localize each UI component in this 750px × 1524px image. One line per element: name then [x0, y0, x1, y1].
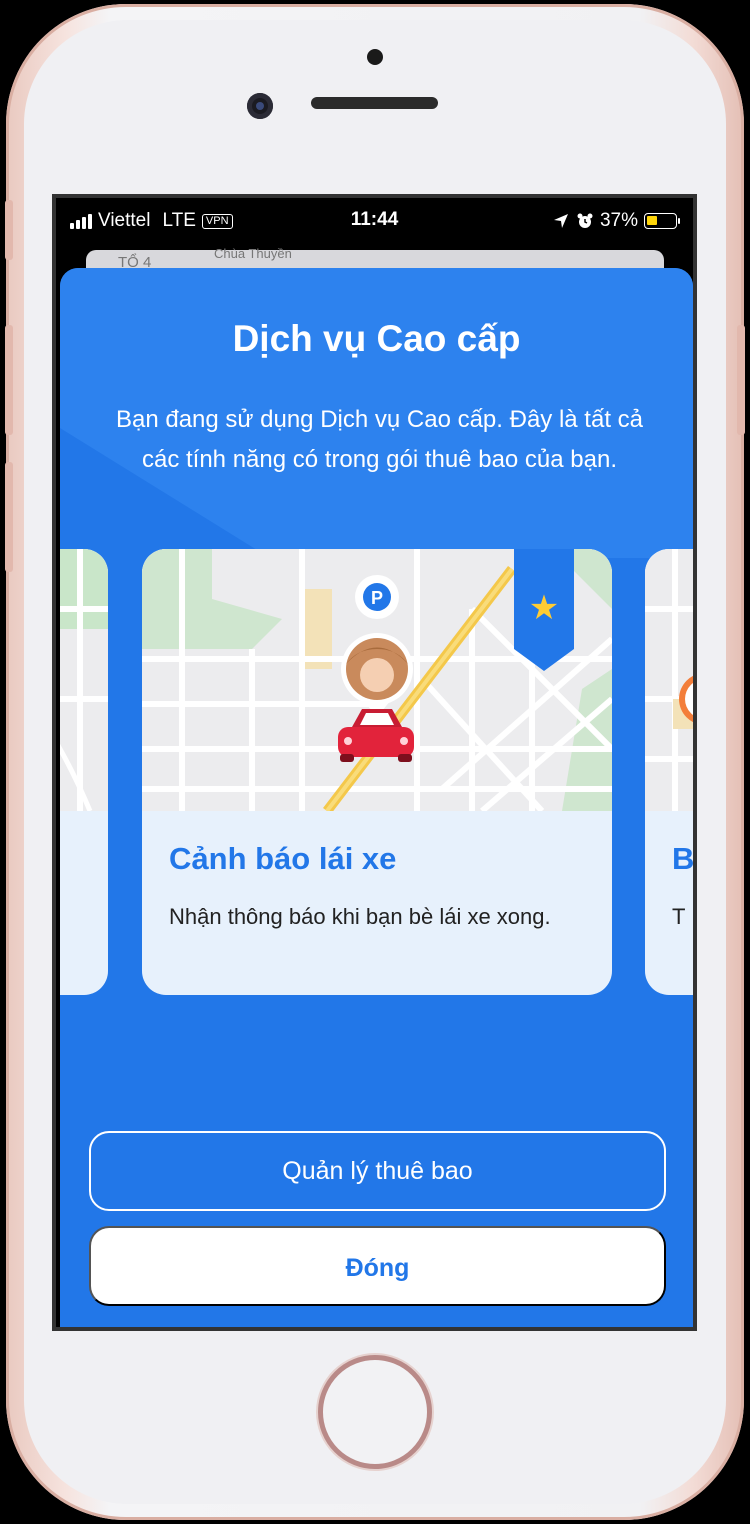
close-button[interactable]: Đóng — [89, 1226, 666, 1306]
page-description: Bạn đang sử dụng Dịch vụ Cao cấp. Đây là… — [115, 406, 644, 473]
page-title: Dịch vụ Cao cấp — [232, 318, 521, 359]
feature-card-driving-alert[interactable]: P ★ Cảnh báo lái xe Nhận thông báo khi b… — [142, 549, 612, 995]
star-icon: ★ — [528, 589, 560, 627]
feature-card-previous[interactable] — [60, 549, 108, 995]
battery-level — [647, 216, 657, 225]
battery-icon — [644, 213, 680, 229]
proximity-sensor — [367, 49, 383, 65]
earpiece-speaker — [311, 97, 438, 109]
feature-card-next[interactable]: B T — [645, 549, 693, 995]
mute-switch — [5, 200, 13, 260]
status-bar: Viettel LTE VPN 11:44 37% — [56, 198, 693, 244]
front-camera-icon — [247, 93, 273, 119]
map-thumbnail — [645, 549, 693, 811]
map-thumbnail — [60, 549, 108, 811]
battery-percent: 37% — [599, 210, 638, 231]
premium-services-sheet: Dịch vụ Cao cấp Bạn đang sử dụng Dịch vụ… — [60, 268, 693, 1327]
parking-icon: P — [371, 588, 383, 608]
power-button — [737, 325, 745, 435]
screen: Viettel LTE VPN 11:44 37% TỔ 4 Chùa Thuy… — [52, 194, 697, 1331]
card-description: Nhận thông báo khi bạn bè lái xe xong. — [169, 904, 551, 929]
map-label: Chùa Thuyền — [214, 246, 292, 261]
home-button[interactable] — [318, 1355, 432, 1469]
alarm-clock-icon — [577, 213, 593, 228]
volume-up-button — [5, 325, 13, 435]
volume-down-button — [5, 462, 13, 572]
location-arrow-icon — [553, 214, 568, 228]
card-title: B — [672, 841, 693, 876]
card-title: Cảnh báo lái xe — [169, 841, 397, 876]
premium-ribbon: ★ — [514, 549, 574, 671]
manage-subscription-button[interactable]: Quản lý thuê bao — [89, 1131, 666, 1211]
card-description: T — [672, 904, 686, 929]
